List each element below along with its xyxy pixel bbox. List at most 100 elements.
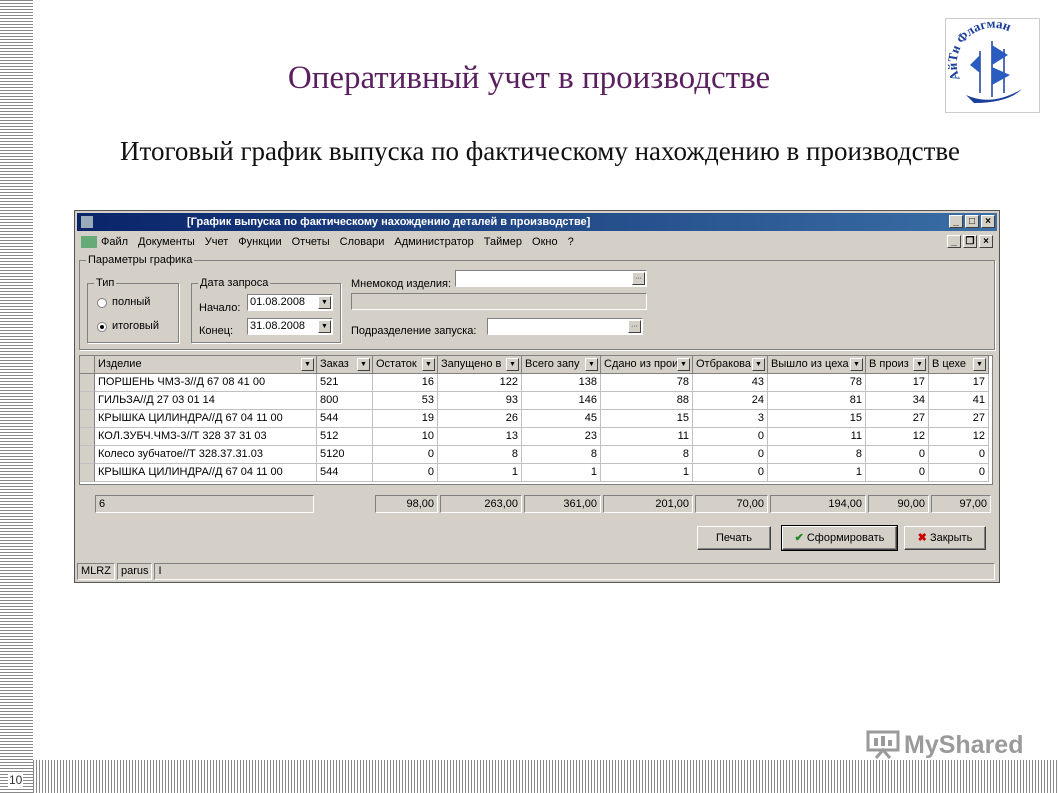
table-cell[interactable]: 512 xyxy=(317,428,373,446)
table-cell[interactable]: ГИЛЬЗА//Д 27 03 01 14 xyxy=(95,392,317,410)
row-indicator[interactable] xyxy=(80,464,95,482)
table-cell[interactable]: 26 xyxy=(438,410,522,428)
menu-item[interactable]: Таймер xyxy=(484,233,522,251)
menu-item[interactable]: Файл xyxy=(101,233,128,251)
maximize-icon[interactable]: □ xyxy=(965,215,979,228)
table-cell[interactable]: 17 xyxy=(929,374,989,392)
end-date-field[interactable]: 31.08.2008 ▼ xyxy=(247,318,333,335)
table-cell[interactable]: 1 xyxy=(438,464,522,482)
table-cell[interactable]: 43 xyxy=(693,374,768,392)
table-cell[interactable]: КОЛ.ЗУБЧ.ЧМЗ-3//Т 328 37 31 03 xyxy=(95,428,317,446)
table-cell[interactable]: 16 xyxy=(373,374,438,392)
minimize-icon[interactable]: _ xyxy=(949,215,963,228)
table-cell[interactable]: КРЫШКА ЦИЛИНДРА//Д 67 04 11 00 xyxy=(95,410,317,428)
table-cell[interactable]: 0 xyxy=(693,464,768,482)
table-cell[interactable]: 0 xyxy=(929,464,989,482)
table-cell[interactable]: 53 xyxy=(373,392,438,410)
table-cell[interactable]: 0 xyxy=(693,446,768,464)
table-cell[interactable]: 8 xyxy=(438,446,522,464)
table-cell[interactable]: 544 xyxy=(317,464,373,482)
table-cell[interactable]: 12 xyxy=(866,428,929,446)
table-cell[interactable]: 15 xyxy=(601,410,693,428)
table-row[interactable]: КОЛ.ЗУБЧ.ЧМЗ-3//Т 328 37 31 03 512 10 13 23 1… xyxy=(80,428,989,446)
table-cell[interactable]: 24 xyxy=(693,392,768,410)
col-header[interactable]: Всего запу ▼ xyxy=(522,356,601,374)
table-cell[interactable]: КРЫШКА ЦИЛИНДРА//Д 67 04 11 00 xyxy=(95,464,317,482)
table-cell[interactable]: 8 xyxy=(601,446,693,464)
table-cell[interactable]: 23 xyxy=(522,428,601,446)
mnemo-browse-icon[interactable]: ··· xyxy=(632,272,645,285)
table-cell[interactable]: 17 xyxy=(866,374,929,392)
table-cell[interactable]: 0 xyxy=(693,428,768,446)
table-cell[interactable]: 1 xyxy=(601,464,693,482)
table-cell[interactable]: 81 xyxy=(768,392,866,410)
col-header[interactable]: В цехе ▼ xyxy=(929,356,989,374)
table-cell[interactable]: 19 xyxy=(373,410,438,428)
row-indicator[interactable] xyxy=(80,428,95,446)
close-button[interactable]: ✖ Закрыть xyxy=(904,526,986,550)
table-cell[interactable]: 45 xyxy=(522,410,601,428)
row-indicator[interactable] xyxy=(80,446,95,464)
window-titlebar[interactable]: [График выпуска по фактическому нахожден… xyxy=(77,213,997,231)
table-cell[interactable]: 93 xyxy=(438,392,522,410)
menu-item[interactable]: ? xyxy=(568,233,574,251)
type-full-radio[interactable] xyxy=(97,298,107,308)
col-header[interactable]: Изделие ▼ xyxy=(95,356,317,374)
menu-item[interactable]: Функции xyxy=(238,233,281,251)
print-button[interactable]: Печать xyxy=(697,526,771,550)
menu-item[interactable]: Отчеты xyxy=(292,233,330,251)
start-date-dropdown-icon[interactable]: ▼ xyxy=(318,296,331,309)
table-cell[interactable]: 8 xyxy=(768,446,866,464)
table-row[interactable]: КРЫШКА ЦИЛИНДРА//Д 67 04 11 00 544 19 26 45 1… xyxy=(80,410,989,428)
table-cell[interactable]: 11 xyxy=(768,428,866,446)
table-cell[interactable]: 3 xyxy=(693,410,768,428)
table-cell[interactable]: 78 xyxy=(768,374,866,392)
start-date-field[interactable]: 01.08.2008 ▼ xyxy=(247,294,333,311)
table-cell[interactable]: 1 xyxy=(768,464,866,482)
table-cell[interactable]: 0 xyxy=(866,446,929,464)
table-row[interactable]: Колесо зубчатое//Т 328.37.31.03 5120 0 8 8 8 0… xyxy=(80,446,989,464)
table-cell[interactable]: 27 xyxy=(929,410,989,428)
menu-item[interactable]: Словари xyxy=(340,233,385,251)
table-cell[interactable]: 11 xyxy=(601,428,693,446)
mdi-restore-icon[interactable]: ❐ xyxy=(963,235,977,248)
table-cell[interactable]: Колесо зубчатое//Т 328.37.31.03 xyxy=(95,446,317,464)
col-header[interactable]: В произ ▼ xyxy=(866,356,929,374)
table-cell[interactable]: 0 xyxy=(373,446,438,464)
table-row[interactable]: КРЫШКА ЦИЛИНДРА//Д 67 04 11 00 544 0 1 1 1 0 1 0… xyxy=(80,464,989,482)
table-cell[interactable]: 544 xyxy=(317,410,373,428)
table-cell[interactable]: 8 xyxy=(522,446,601,464)
table-cell[interactable]: 27 xyxy=(866,410,929,428)
table-cell[interactable]: 41 xyxy=(929,392,989,410)
col-header[interactable]: Заказ ▼ xyxy=(317,356,373,374)
mdi-close-icon[interactable]: × xyxy=(979,235,993,248)
col-header[interactable]: Отбракова ▼ xyxy=(693,356,768,374)
table-cell[interactable]: 88 xyxy=(601,392,693,410)
table-cell[interactable]: 34 xyxy=(866,392,929,410)
table-cell[interactable]: 5120 xyxy=(317,446,373,464)
mdi-minimize-icon[interactable]: _ xyxy=(947,235,961,248)
close-icon[interactable]: × xyxy=(981,215,995,228)
table-cell[interactable]: 1 xyxy=(522,464,601,482)
table-cell[interactable]: 15 xyxy=(768,410,866,428)
table-row[interactable]: ГИЛЬЗА//Д 27 03 01 14 800 53 93 146 88 24 81 34 4… xyxy=(80,392,989,410)
table-cell[interactable]: 78 xyxy=(601,374,693,392)
menu-item[interactable]: Администратор xyxy=(394,233,473,251)
dept-browse-icon[interactable]: ··· xyxy=(628,320,641,333)
menu-item[interactable]: Документы xyxy=(138,233,195,251)
menu-item[interactable]: Окно xyxy=(532,233,558,251)
table-cell[interactable]: 0 xyxy=(929,446,989,464)
generate-button[interactable]: ✔ Сформировать xyxy=(781,525,898,551)
table-cell[interactable]: ПОРШЕНЬ ЧМЗ-3//Д 67 08 41 00 xyxy=(95,374,317,392)
table-cell[interactable]: 146 xyxy=(522,392,601,410)
row-indicator[interactable] xyxy=(80,392,95,410)
col-header[interactable]: Сдано из прои ▼ xyxy=(601,356,693,374)
table-cell[interactable]: 122 xyxy=(438,374,522,392)
table-cell[interactable]: 138 xyxy=(522,374,601,392)
mnemo-field[interactable]: ··· xyxy=(455,270,647,287)
menu-item[interactable]: Учет xyxy=(205,233,229,251)
table-cell[interactable]: 13 xyxy=(438,428,522,446)
col-header[interactable]: Вышло из цеха ▼ xyxy=(768,356,866,374)
row-indicator[interactable] xyxy=(80,374,95,392)
table-cell[interactable]: 10 xyxy=(373,428,438,446)
